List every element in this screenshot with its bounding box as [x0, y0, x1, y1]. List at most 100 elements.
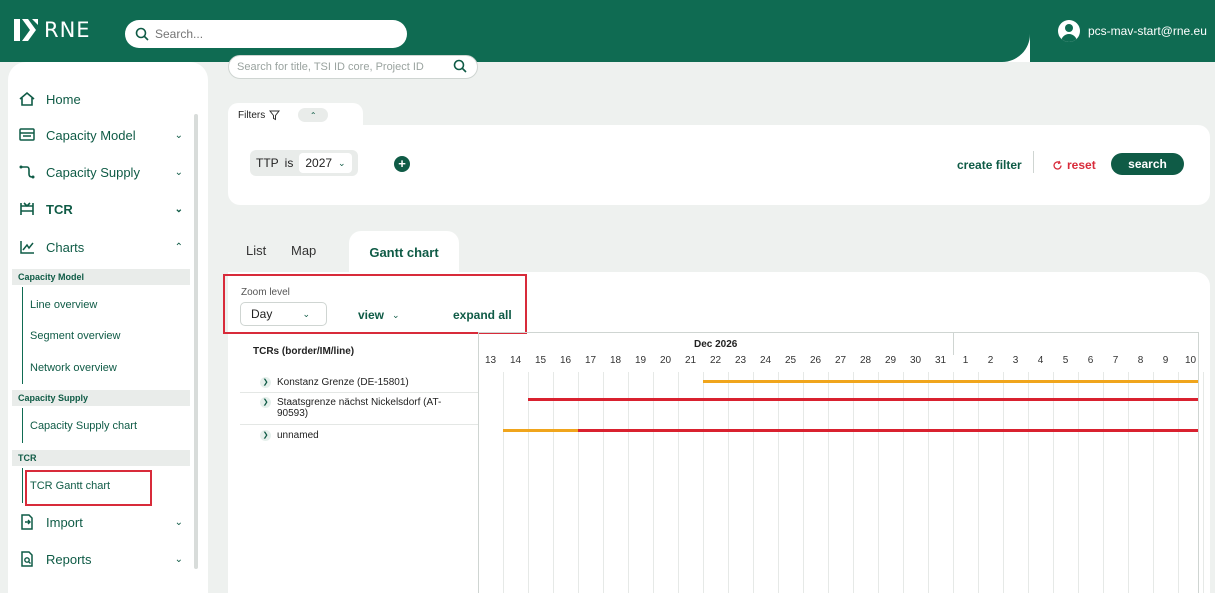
sidebar-item-home[interactable]: Home — [8, 84, 193, 114]
gantt-day-label: 14 — [509, 355, 522, 366]
gantt-day-gridline — [1003, 372, 1004, 593]
row-label-line-2: 90593) — [277, 408, 309, 419]
filter-chip-ttp[interactable]: TTP is 2027 ⌄ — [250, 150, 358, 176]
gantt-day-label: 30 — [909, 355, 922, 366]
sidebar-item-label: Capacity Supply — [46, 164, 140, 180]
gantt-left-header: TCRs (border/IM/line) — [253, 346, 355, 357]
reset-button[interactable]: reset — [1052, 158, 1096, 172]
gantt-row-label[interactable]: ❯ unnamed — [260, 430, 319, 441]
filter-operator: is — [284, 156, 294, 170]
tab-gantt-chart[interactable]: Gantt chart — [349, 231, 459, 274]
filter-value-select[interactable]: 2027 ⌄ — [299, 153, 352, 173]
gantt-day-label: 17 — [584, 355, 597, 366]
sidebar-item-segment-overview[interactable]: Segment overview — [30, 330, 121, 342]
grid-divider — [478, 332, 479, 593]
sidebar-item-reports[interactable]: Reports ⌄ — [8, 544, 193, 574]
user-email: pcs-mav-start@rne.eu — [1088, 24, 1207, 38]
gantt-day-gridline — [928, 372, 929, 593]
search-icon[interactable] — [453, 59, 467, 73]
chevron-down-icon: ⌄ — [392, 309, 400, 320]
tab-map[interactable]: Map — [291, 243, 316, 258]
sidebar-item-line-overview[interactable]: Line overview — [30, 299, 97, 311]
rne-logo[interactable]: RNE — [14, 18, 91, 42]
sidebar-item-capacity-supply-chart[interactable]: Capacity Supply chart — [30, 420, 137, 432]
gantt-day-label: 20 — [659, 355, 672, 366]
filter-value: 2027 — [305, 156, 333, 170]
grid-line — [1198, 332, 1199, 593]
row-separator — [240, 392, 478, 393]
tcr-icon — [20, 202, 34, 215]
global-search[interactable] — [125, 20, 407, 48]
gantt-bar[interactable] — [503, 429, 578, 432]
chevron-down-icon: ⌄ — [174, 516, 183, 528]
gantt-day-label: 5 — [1062, 355, 1069, 366]
row-label-text: unnamed — [277, 430, 319, 441]
gantt-day-gridline — [678, 372, 679, 593]
capacity-model-icon — [19, 128, 35, 141]
section-line — [22, 287, 23, 384]
chevron-right-icon[interactable]: ❯ — [260, 397, 271, 408]
section-capacity-supply: Capacity Supply — [12, 390, 190, 406]
global-search-input[interactable] — [155, 27, 375, 41]
sidebar-item-label: Reports — [46, 551, 92, 567]
zoom-level-value: Day — [251, 307, 273, 321]
chevron-right-icon[interactable]: ❯ — [260, 377, 271, 388]
gantt-row-label[interactable]: ❯ Konstanz Grenze (DE-15801) — [260, 377, 409, 388]
section-line — [22, 408, 23, 443]
gantt-day-gridline — [1203, 372, 1204, 593]
sidebar-item-capacity-model[interactable]: Capacity Model ⌄ — [8, 120, 193, 150]
expand-all-button[interactable]: expand all — [453, 308, 512, 322]
filters-tab[interactable]: Filters ⌃ — [228, 103, 363, 127]
view-dropdown[interactable]: view ⌄ — [358, 308, 400, 322]
gantt-day-label: 10 — [1184, 355, 1197, 366]
search-button[interactable]: search — [1111, 153, 1184, 175]
gantt-day-label: 31 — [934, 355, 947, 366]
gantt-day-label: 13 — [484, 355, 497, 366]
gantt-day-label: 1 — [962, 355, 969, 366]
gantt-bar[interactable] — [528, 398, 1198, 401]
sidebar-item-capacity-supply[interactable]: Capacity Supply ⌄ — [8, 157, 193, 187]
chevron-down-icon: ⌄ — [174, 203, 183, 215]
chevron-down-icon: ⌄ — [174, 553, 183, 565]
gantt-day-label: 16 — [559, 355, 572, 366]
home-icon — [19, 91, 35, 106]
sidebar-item-network-overview[interactable]: Network overview — [30, 362, 117, 374]
sidebar-scrollbar[interactable] — [194, 114, 198, 569]
gantt-day-gridline — [528, 372, 529, 593]
gantt-day-gridline — [853, 372, 854, 593]
import-icon — [21, 514, 33, 530]
section-capacity-model: Capacity Model — [12, 269, 190, 285]
reports-icon — [21, 551, 33, 567]
gantt-day-gridline — [978, 372, 979, 593]
sidebar-item-label: Import — [46, 514, 83, 530]
sidebar-item-label: TCR — [46, 201, 73, 217]
gantt-day-gridline — [1103, 372, 1104, 593]
gantt-month-label: Dec 2026 — [694, 339, 738, 350]
zoom-level-select[interactable]: Day ⌄ — [240, 302, 327, 326]
sidebar-item-import[interactable]: Import ⌄ — [8, 507, 193, 537]
chevron-down-icon: ⌄ — [302, 308, 310, 319]
gantt-day-label: 18 — [609, 355, 622, 366]
gantt-bar[interactable] — [578, 429, 1198, 432]
user-menu[interactable]: pcs-mav-start@rne.eu — [1058, 20, 1207, 42]
sidebar-item-tcr[interactable]: TCR ⌄ — [8, 194, 193, 224]
tab-list[interactable]: List — [246, 243, 266, 258]
gantt-day-gridline — [753, 372, 754, 593]
sidebar-item-charts[interactable]: Charts ⌃ — [8, 232, 193, 262]
tcr-search[interactable]: Search for title, TSI ID core, Project I… — [228, 55, 478, 79]
gantt-day-label: 9 — [1162, 355, 1169, 366]
gantt-day-label: 15 — [534, 355, 547, 366]
logo-text: RNE — [44, 18, 91, 42]
sidebar-item-label: Home — [46, 91, 81, 107]
create-filter-button[interactable]: create filter — [957, 158, 1022, 172]
search-icon — [135, 27, 149, 41]
chevron-up-icon[interactable]: ⌃ — [298, 108, 329, 122]
gantt-row-label[interactable]: ❯ Staatsgrenze nächst Nickelsdorf (AT- 90… — [260, 397, 441, 419]
add-filter-button[interactable]: + — [394, 156, 410, 172]
sidebar-item-tcr-gantt-chart[interactable]: TCR Gantt chart — [30, 480, 110, 492]
chevron-down-icon: ⌄ — [338, 157, 346, 168]
chevron-right-icon[interactable]: ❯ — [260, 430, 271, 441]
gantt-day-label: 29 — [884, 355, 897, 366]
gantt-bar[interactable] — [703, 380, 1198, 383]
capacity-supply-icon — [19, 165, 35, 179]
